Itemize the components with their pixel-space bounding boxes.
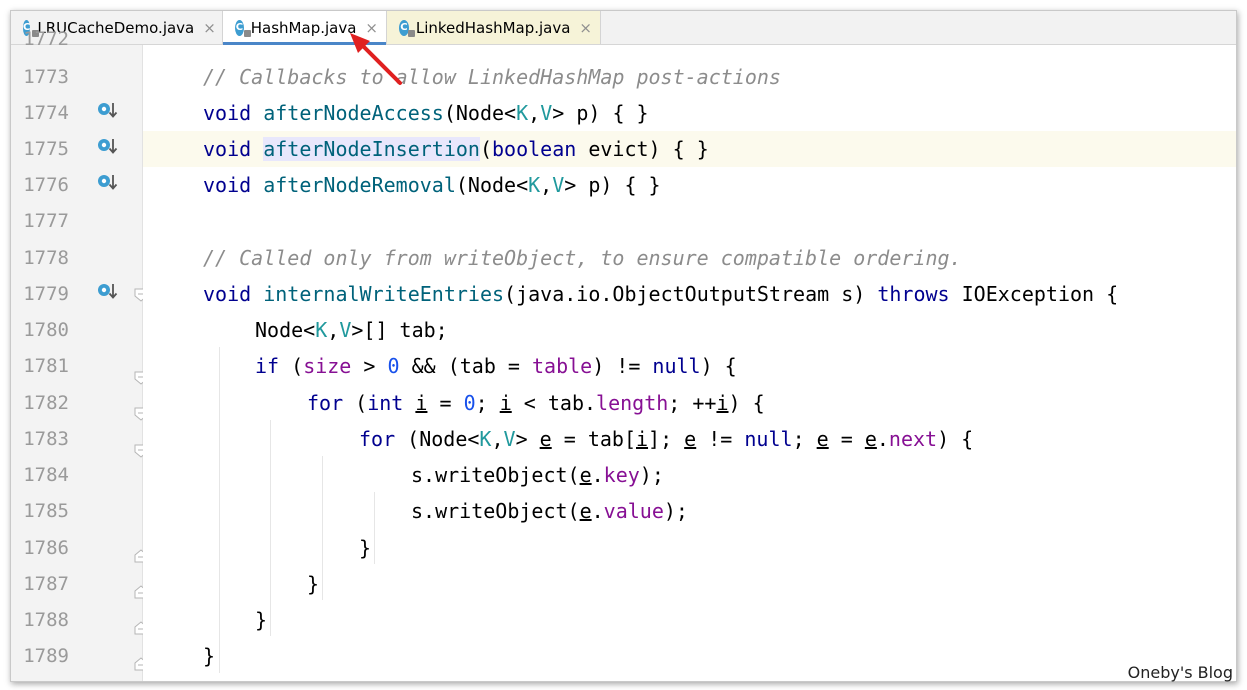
line-number: 1775 — [23, 138, 69, 160]
line-number: 1772 — [23, 28, 69, 50]
line-number: 1786 — [23, 537, 69, 559]
editor-tab-bar: C LRUCacheDemo.java × C HashMap.java × C… — [11, 11, 1236, 45]
code-line: } — [359, 536, 372, 560]
tab-label: LinkedHashMap.java — [415, 18, 571, 37]
code-line: for (Node<K,V> e = tab[i]; e != null; e … — [359, 427, 974, 451]
code-line: void afterNodeInsertion(boolean evict) {… — [203, 137, 709, 161]
line-number: 1783 — [23, 428, 69, 450]
indent-guide — [322, 456, 323, 600]
close-icon[interactable]: × — [203, 19, 216, 37]
indent-guide — [219, 347, 220, 673]
code-line: } — [307, 572, 320, 596]
code-line: s.writeObject(e.key); — [411, 463, 664, 487]
line-number: 1776 — [23, 174, 69, 196]
code-line: Node<K,V>[] tab; — [255, 318, 448, 342]
close-icon[interactable]: × — [579, 19, 592, 37]
line-number: 1778 — [23, 247, 69, 269]
tab-label: HashMap.java — [250, 18, 357, 37]
code-editor[interactable]: // Callbacks to allow LinkedHashMap post… — [143, 45, 1236, 681]
line-number: 1781 — [23, 355, 69, 377]
override-method-icon[interactable] — [97, 102, 119, 124]
code-line: s.writeObject(e.value); — [411, 499, 688, 523]
line-number: 1784 — [23, 464, 69, 486]
line-number: 1789 — [23, 645, 69, 667]
tab-linkedhashmap[interactable]: C LinkedHashMap.java × — [387, 11, 601, 44]
ide-window: C LRUCacheDemo.java × C HashMap.java × C… — [10, 10, 1237, 682]
line-number: 1782 — [23, 392, 69, 414]
override-method-icon[interactable] — [97, 138, 119, 160]
line-number: 1773 — [23, 66, 69, 88]
code-line: void afterNodeAccess(Node<K,V> p) { } — [203, 101, 649, 125]
indent-guide — [270, 420, 271, 636]
code-line: void afterNodeRemoval(Node<K,V> p) { } — [203, 173, 661, 197]
code-line: for (int i = 0; i < tab.length; ++i) { — [307, 391, 765, 415]
line-number: 1780 — [23, 319, 69, 341]
indent-guide — [374, 492, 375, 564]
code-line: } — [203, 644, 216, 668]
code-line: // Called only from writeObject, to ensu… — [203, 246, 962, 270]
code-line: // Callbacks to allow LinkedHashMap post… — [203, 65, 781, 89]
class-icon: C — [235, 19, 251, 37]
code-line: if (size > 0 && (tab = table) != null) { — [255, 354, 737, 378]
line-number: 1785 — [23, 500, 69, 522]
override-method-icon[interactable] — [97, 283, 119, 305]
code-line: } — [255, 608, 268, 632]
override-method-icon[interactable] — [97, 174, 119, 196]
line-number: 1779 — [23, 283, 69, 305]
line-number: 1788 — [23, 609, 69, 631]
editor-gutter: 1772 1773 1774 1775 1776 1777 1778 1779 … — [11, 28, 148, 681]
annotation-arrow-icon — [350, 33, 402, 85]
line-number: 1777 — [23, 210, 69, 232]
code-line: void internalWriteEntries(java.io.Object… — [203, 282, 1119, 306]
line-number: 1787 — [23, 573, 69, 595]
watermark: Oneby's Blog — [1127, 663, 1233, 682]
line-number: 1774 — [23, 102, 69, 124]
